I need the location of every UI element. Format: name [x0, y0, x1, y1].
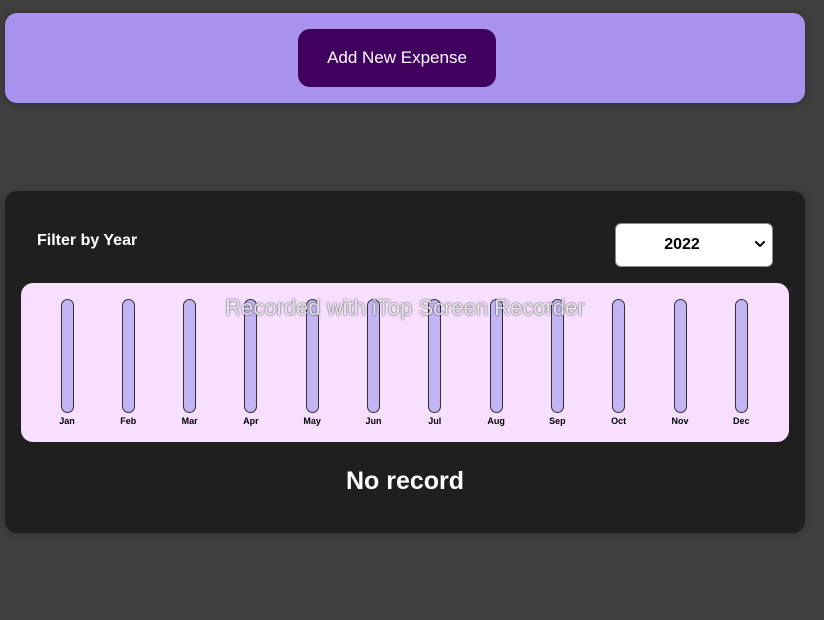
- new-expense-panel: Add New Expense: [5, 13, 805, 103]
- chart-bar-dec: [734, 299, 748, 413]
- chart-bar-label: Sep: [549, 416, 566, 426]
- chevron-down-icon: [755, 241, 765, 247]
- chart-bar-apr: [244, 299, 258, 413]
- chart-bar-jun: [367, 299, 380, 413]
- chart-bar-label: Jan: [59, 416, 75, 426]
- chart-bar-label: Mar: [181, 416, 198, 426]
- chart-bar-label: Aug: [487, 416, 505, 426]
- chart-bar-nov: [673, 299, 687, 413]
- chart-bar-label: Dec: [733, 416, 750, 426]
- chart-bar-aug: [489, 299, 503, 413]
- chart-bar-sep: [550, 299, 564, 413]
- expenses-panel: Filter by Year 2022 Jan Feb Mar Apr May Jun Ju…: [5, 191, 805, 533]
- chart-bar-jul: [428, 299, 442, 413]
- expenses-chart: Jan Feb Mar Apr May Jun Jul Aug Sep Oct Nov Dec Reco…: [21, 283, 789, 442]
- selected-year: 2022: [664, 236, 700, 253]
- chart-bar-label: Jul: [428, 416, 442, 426]
- chart-bar-oct: [612, 299, 626, 413]
- chart-bar-label: Nov: [671, 416, 689, 426]
- chart-bar-jan: [60, 299, 74, 413]
- chart-bar-label: Jun: [365, 416, 382, 426]
- chart-bar-mar: [183, 299, 197, 413]
- chart-bar-label: Apr: [243, 416, 259, 426]
- chart-bar-label: Oct: [611, 416, 627, 426]
- chart-bar-feb: [121, 299, 135, 413]
- filter-label: Filter by Year: [37, 232, 138, 249]
- chart-bar-may: [305, 299, 319, 413]
- chart-bar-label: Feb: [120, 416, 137, 426]
- year-filter-select[interactable]: 2022: [615, 223, 773, 267]
- chart-bar-label: May: [303, 416, 321, 426]
- no-record-message: No record: [345, 467, 465, 495]
- add-new-expense-button[interactable]: Add New Expense: [298, 29, 496, 87]
